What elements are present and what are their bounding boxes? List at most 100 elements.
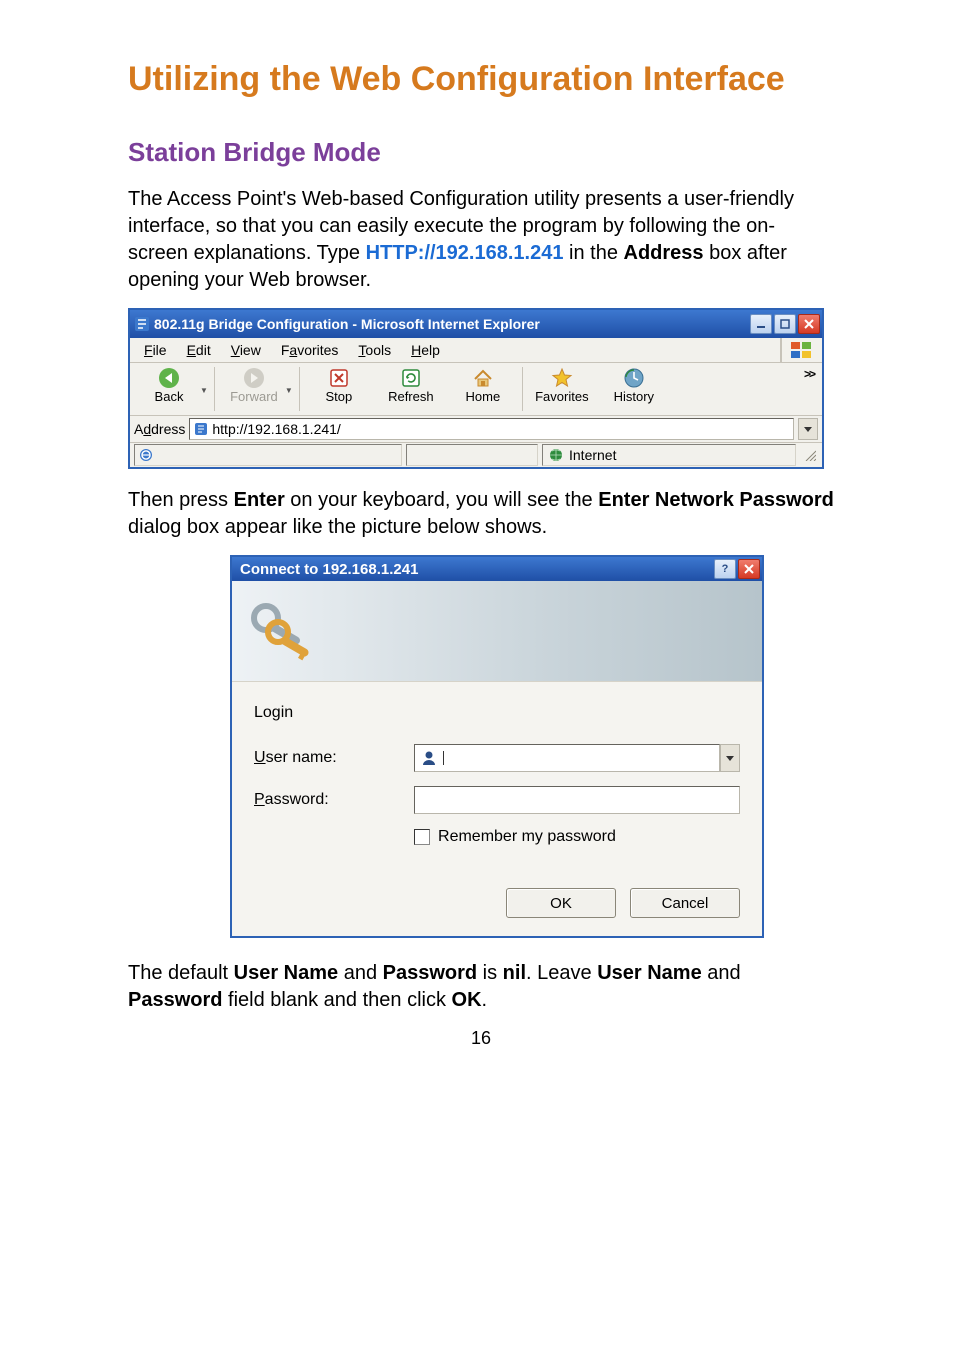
text: Then press xyxy=(128,489,234,511)
separator-icon xyxy=(214,367,215,411)
chevron-down-icon[interactable]: ▼ xyxy=(200,386,208,395)
close-button[interactable] xyxy=(798,314,820,334)
help-button[interactable]: ? xyxy=(714,559,736,579)
ie-statusbar: Internet xyxy=(130,443,822,467)
login-body: Login User name: Password: xyxy=(232,682,762,936)
forward-button[interactable]: Forward xyxy=(219,365,289,404)
text: . xyxy=(482,989,488,1011)
toolbar-label: Back xyxy=(155,389,184,404)
username-row: User name: xyxy=(254,744,740,772)
history-icon xyxy=(623,367,645,389)
login-banner xyxy=(232,581,762,682)
bold-password: Password xyxy=(383,962,477,984)
close-button[interactable] xyxy=(738,559,760,579)
text: . Leave xyxy=(526,962,597,984)
separator-icon xyxy=(522,367,523,411)
ie-window: 802.11g Bridge Configuration - Microsoft… xyxy=(128,308,824,469)
menu-favorites[interactable]: Favorites xyxy=(271,340,349,360)
text: and xyxy=(702,962,741,984)
password-field-wrap xyxy=(414,786,740,814)
username-field-wrap xyxy=(414,744,740,772)
bold-address: Address xyxy=(624,242,704,264)
bold-nil: nil xyxy=(503,962,526,984)
page-title: Utilizing the Web Configuration Interfac… xyxy=(128,60,834,99)
forward-arrow-icon xyxy=(243,367,265,389)
text: field blank and then click xyxy=(222,989,451,1011)
mid-paragraph: Then press Enter on your keyboard, you w… xyxy=(128,487,834,541)
bold-dialog-name: Enter Network Password xyxy=(598,489,834,511)
remember-row: Remember my password xyxy=(254,828,740,846)
login-title-text: Connect to 192.168.1.241 xyxy=(240,561,714,578)
history-button[interactable]: History xyxy=(599,365,669,404)
text: dialog box appear like the picture below… xyxy=(128,516,547,538)
bold-enter: Enter xyxy=(234,489,285,511)
address-label: Address xyxy=(134,421,185,437)
status-progress xyxy=(406,444,538,466)
ie-e-icon xyxy=(139,448,153,462)
ie-address-bar: Address http://192.168.1.241/ xyxy=(130,416,822,443)
user-head-icon xyxy=(421,750,437,766)
minimize-button[interactable] xyxy=(750,314,772,334)
address-dropdown-button[interactable] xyxy=(798,418,818,440)
ie-titlebar: 802.11g Bridge Configuration - Microsoft… xyxy=(130,310,822,338)
final-paragraph: The default User Name and Password is ni… xyxy=(128,960,834,1014)
toolbar-overflow-button[interactable]: >> xyxy=(804,365,822,381)
menu-help[interactable]: Help xyxy=(401,340,450,360)
chevron-down-icon[interactable]: ▼ xyxy=(285,386,293,395)
window-buttons xyxy=(750,314,820,334)
star-icon xyxy=(551,367,573,389)
toolbar-label: Refresh xyxy=(388,389,434,404)
globe-icon xyxy=(549,448,563,462)
intro-paragraph: The Access Point's Web-based Configurati… xyxy=(128,186,834,294)
toolbar-label: Favorites xyxy=(535,389,588,404)
stop-icon xyxy=(328,367,350,389)
stop-button[interactable]: Stop xyxy=(304,365,374,404)
login-dialog: Connect to 192.168.1.241 ? Login User na xyxy=(230,555,764,938)
bold-ok: OK xyxy=(452,989,482,1011)
remember-checkbox[interactable] xyxy=(414,829,430,845)
home-button[interactable]: Home xyxy=(448,365,518,404)
password-row: Password: xyxy=(254,786,740,814)
keys-icon xyxy=(244,596,322,666)
remember-label: Remember my password xyxy=(438,828,616,846)
address-field[interactable]: http://192.168.1.241/ xyxy=(189,418,794,440)
dialog-buttons: OK Cancel xyxy=(254,888,740,918)
config-url: HTTP://192.168.1.241 xyxy=(366,242,564,264)
text-cursor-icon xyxy=(443,751,444,765)
remember-field: Remember my password xyxy=(414,828,740,846)
separator-icon xyxy=(299,367,300,411)
ie-page-icon xyxy=(134,316,150,332)
menu-view[interactable]: View xyxy=(221,340,271,360)
ok-button[interactable]: OK xyxy=(506,888,616,918)
username-input[interactable] xyxy=(414,744,720,772)
menu-tools[interactable]: Tools xyxy=(348,340,401,360)
toolbar-label: Stop xyxy=(325,389,352,404)
text: The default xyxy=(128,962,234,984)
toolbar-label: History xyxy=(614,389,654,404)
refresh-button[interactable]: Refresh xyxy=(376,365,446,404)
status-zone: Internet xyxy=(542,444,796,466)
password-label: Password: xyxy=(254,791,414,809)
windows-flag-icon xyxy=(780,338,822,362)
back-button[interactable]: Back xyxy=(134,365,204,404)
address-url: http://192.168.1.241/ xyxy=(212,421,340,437)
menu-edit[interactable]: Edit xyxy=(177,340,221,360)
bold-password2: Password xyxy=(128,989,222,1011)
favorites-button[interactable]: Favorites xyxy=(527,365,597,404)
ie-title-text: 802.11g Bridge Configuration - Microsoft… xyxy=(154,316,750,332)
text: is xyxy=(477,962,503,984)
username-dropdown-button[interactable] xyxy=(720,744,740,772)
refresh-icon xyxy=(400,367,422,389)
text: on your keyboard, you will see the xyxy=(285,489,599,511)
status-left-pane xyxy=(134,444,402,466)
menu-file[interactable]: File xyxy=(134,340,177,360)
ie-toolbar: Back ▼ Forward ▼ Stop Refresh Home xyxy=(130,363,822,416)
password-input[interactable] xyxy=(414,786,740,814)
maximize-button[interactable] xyxy=(774,314,796,334)
ie-menubar: File Edit View Favorites Tools Help xyxy=(130,338,822,363)
dialog-window-buttons: ? xyxy=(714,559,760,579)
zone-text: Internet xyxy=(569,447,616,463)
resize-grip-icon[interactable] xyxy=(800,449,818,461)
cancel-button[interactable]: Cancel xyxy=(630,888,740,918)
login-titlebar: Connect to 192.168.1.241 ? xyxy=(232,557,762,581)
